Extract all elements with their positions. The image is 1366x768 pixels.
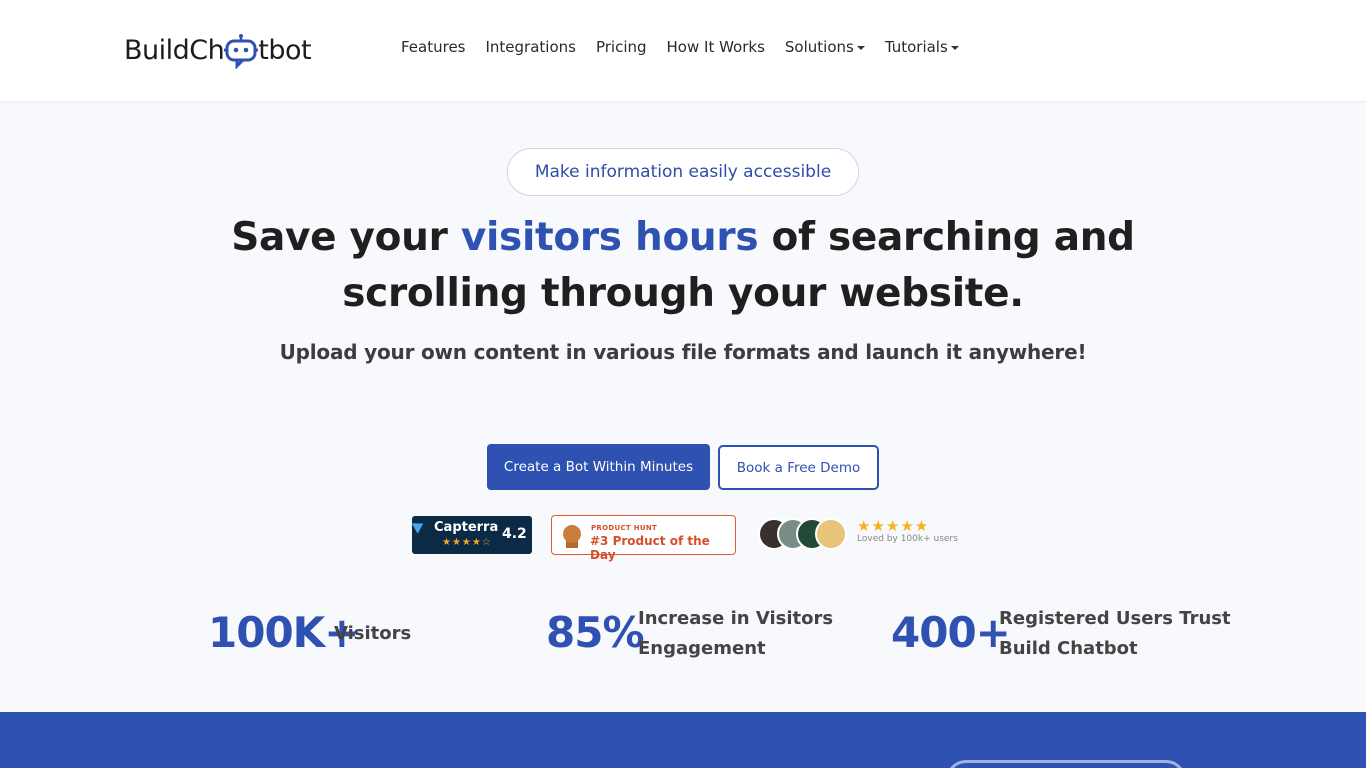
hero-headline: Save your visitors hours of searching an… [183, 210, 1183, 322]
nav-label: Pricing [595, 38, 647, 56]
nav-label: How It Works [666, 38, 765, 56]
buildchatbot-logo[interactable]: BuildCh tbot [124, 32, 312, 70]
capterra-stars: ★★★★☆ [442, 537, 492, 548]
chatbot-face-icon [223, 33, 259, 70]
headline-pre: Save your [231, 215, 461, 260]
stat-label-line: Engagement [638, 638, 766, 659]
nav-features[interactable]: Features [401, 38, 466, 56]
loved-by-text: Loved by 100k+ users [857, 534, 958, 544]
users-rating: ★★★★★ Loved by 100k+ users [857, 517, 958, 544]
nav-solutions-dropdown[interactable]: Solutions [785, 38, 865, 56]
nav-how-it-works[interactable]: How It Works [667, 38, 765, 56]
create-bot-button[interactable]: Create a Bot Within Minutes [487, 444, 710, 490]
capterra-score: 4.2 [502, 526, 527, 542]
hero-subtitle: Upload your own content in various file … [279, 340, 1087, 364]
rating-stars: ★★★★★ [857, 517, 930, 535]
caret-down-icon [950, 46, 959, 50]
top-navbar: BuildCh tbot Features Integrations Prici… [0, 0, 1366, 101]
stat-users-label: Registered Users Trust Build Chatbot [999, 604, 1231, 664]
product-hunt-title: #3 Product of the Day [590, 534, 710, 562]
product-hunt-badge[interactable]: PRODUCT HUNT #3 Product of the Day [551, 515, 736, 562]
stat-label-line: Build Chatbot [999, 638, 1138, 659]
headline-highlight: visitors hours [460, 215, 759, 260]
logo-text-left: BuildCh [124, 34, 225, 66]
nav-links: Features Integrations Pricing How It Wor… [401, 38, 979, 56]
nav-label: Solutions [784, 38, 854, 56]
user-avatars [758, 518, 854, 552]
product-hunt-caption: PRODUCT HUNT [591, 524, 658, 532]
stat-visitors-label: Visitors [334, 623, 412, 644]
nav-pricing[interactable]: Pricing [596, 38, 647, 56]
blue-section-band [0, 712, 1366, 768]
nav-integrations[interactable]: Integrations [486, 38, 576, 56]
book-demo-button[interactable]: Book a Free Demo [718, 445, 879, 490]
nav-tutorials-dropdown[interactable]: Tutorials [885, 38, 959, 56]
logo-text-right: tbot [258, 34, 312, 66]
stat-label-line: Increase in Visitors [638, 608, 834, 629]
stat-label-line: Registered Users Trust [999, 608, 1231, 629]
caret-down-icon [856, 46, 865, 50]
capterra-name: Capterra [434, 520, 499, 535]
hero-pill-tag: Make information easily accessible [507, 148, 859, 196]
avatar [815, 518, 847, 550]
nav-label: Features [401, 38, 466, 56]
stat-engagement-value: 85% [546, 608, 645, 657]
decorative-card-edge [946, 760, 1186, 768]
capterra-arrow-icon [411, 518, 427, 534]
nav-label: Integrations [485, 38, 576, 56]
capterra-badge[interactable]: Capterra ★★★★☆ 4.2 [411, 516, 532, 554]
stat-users-value: 400+ [891, 608, 1011, 657]
nav-label: Tutorials [884, 38, 948, 56]
stat-engagement-label: Increase in Visitors Engagement [638, 604, 833, 664]
medal-icon [563, 525, 581, 543]
